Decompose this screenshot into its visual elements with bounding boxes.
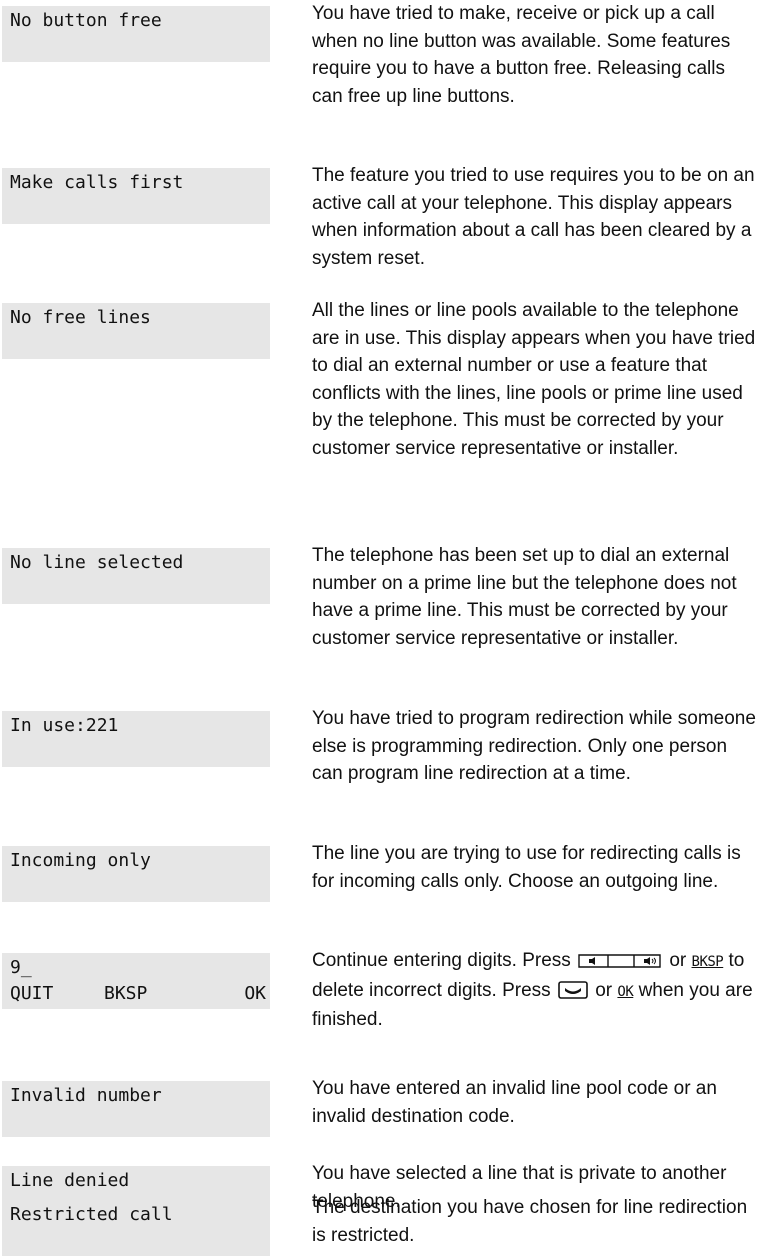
bksp-reference: BKSP [691, 954, 724, 970]
bksp-softkey[interactable]: BKSP [104, 983, 147, 1005]
desc-text: or [595, 979, 613, 1001]
softkey-row: QUIT BKSP OK [10, 983, 266, 1005]
message-description: You have tried to program redirection wh… [312, 708, 756, 784]
desc-text: or [669, 950, 687, 971]
ok-softkey[interactable]: OK [244, 983, 266, 1005]
lcd-display: In use:221 [2, 711, 270, 767]
message-description: The destination you have chosen for line… [312, 1197, 748, 1246]
message-description: The line you are trying to use for redir… [312, 843, 741, 892]
lcd-text: 9_ [10, 957, 32, 978]
message-description: All the lines or line pools available to… [312, 300, 756, 459]
ok-reference: OK [617, 983, 634, 1000]
lcd-text: No free lines [10, 307, 151, 328]
lcd-text: No line selected [10, 552, 184, 573]
lcd-display: Incoming only [2, 846, 270, 902]
lcd-display: No line selected [2, 548, 270, 604]
handsfree-key-icon [558, 980, 588, 999]
lcd-display: No free lines [2, 303, 270, 359]
lcd-text: Incoming only [10, 850, 151, 871]
message-description: The feature you tried to use requires yo… [312, 165, 755, 269]
volume-control-bar-icon [578, 954, 661, 968]
lcd-text: Invalid number [10, 1085, 162, 1106]
desc-text: Continue entering digits. Press [312, 950, 571, 971]
message-description: The telephone has been set up to dial an… [312, 545, 737, 649]
lcd-text: No button free [10, 10, 162, 31]
lcd-text: Line denied [10, 1170, 130, 1191]
lcd-display: 9_ QUIT BKSP OK [2, 953, 270, 1009]
quit-softkey[interactable]: QUIT [10, 983, 53, 1005]
lcd-text: Restricted call [10, 1204, 173, 1225]
lcd-text: In use:221 [10, 715, 119, 736]
message-description: Continue entering digits. Press or BKSP … [312, 947, 758, 1034]
lcd-display: Make calls first [2, 168, 270, 224]
lcd-text: Make calls first [10, 172, 184, 193]
lcd-display: No button free [2, 6, 270, 62]
lcd-display: Restricted call [2, 1200, 270, 1256]
message-description: You have entered an invalid line pool co… [312, 1078, 717, 1127]
message-description: You have tried to make, receive or pick … [312, 3, 731, 107]
lcd-display: Invalid number [2, 1081, 270, 1137]
